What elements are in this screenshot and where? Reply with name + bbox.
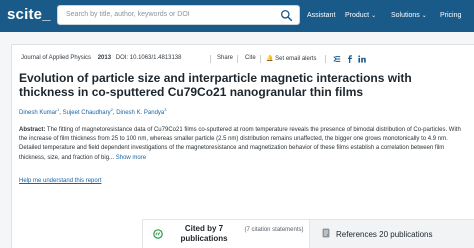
journal-name[interactable]: Journal of Applied Physics — [21, 55, 91, 61]
quote-bubble-icon — [153, 229, 163, 239]
facebook-icon[interactable] — [346, 55, 353, 63]
search-icon[interactable] — [280, 9, 293, 22]
chevron-down-icon: ⌄ — [421, 13, 427, 19]
tab-cited-by[interactable]: Cited by 7 publications (7 citation stat… — [142, 220, 310, 248]
references-label: References 20 publications — [336, 230, 433, 239]
search-placeholder: Search by title, author, keywords or DOI — [66, 11, 190, 18]
paper-card: Journal of Applied Physics 2013 DOI: 10.… — [11, 44, 474, 248]
nav-solutions[interactable]: Solutions ⌄ — [391, 12, 427, 19]
bell-icon: 🔔 — [266, 56, 274, 62]
share-button[interactable]: Share — [217, 55, 233, 61]
abstract-text: The fitting of magnetoresistance data of… — [19, 127, 461, 161]
author-affiliation: 3 — [164, 107, 167, 112]
paper-title: Evolution of particle size and interpart… — [19, 71, 412, 99]
cite-button[interactable]: Cite — [245, 55, 256, 61]
divider — [210, 55, 211, 63]
divider — [237, 55, 238, 63]
author-link[interactable]: Dinesh Kumar — [19, 110, 57, 116]
divider — [260, 55, 261, 63]
nav-product[interactable]: Product ⌄ — [345, 12, 376, 19]
author-link[interactable]: Sujeet Chaudhary — [63, 110, 111, 116]
citation-statements-count: (7 citation statements) — [244, 227, 304, 233]
show-more-button[interactable]: Show more — [116, 155, 146, 161]
tab-references[interactable]: References 20 publications — [310, 220, 474, 248]
divider — [325, 55, 326, 63]
email-alerts-button[interactable]: 🔔 Set email alerts — [266, 55, 317, 62]
nav-assistant[interactable]: Assistant — [307, 12, 335, 19]
abstract: Abstract: The fitting of magnetoresistan… — [19, 126, 467, 163]
search-input[interactable]: Search by title, author, keywords or DOI — [57, 5, 300, 25]
cited-by-label: Cited by 7 publications — [180, 224, 228, 243]
paper-meta: Journal of Applied Physics 2013 DOI: 10.… — [21, 55, 181, 61]
doi-link[interactable]: DOI: 10.1063/1.4813138 — [116, 55, 182, 61]
top-navigation-bar: scite_ Search by title, author, keywords… — [0, 0, 474, 32]
linkedin-icon[interactable] — [358, 55, 366, 63]
twitter-icon[interactable] — [333, 55, 341, 63]
author-list: Dinesh Kumar1, Sujeet Chaudhary2, Dinesh… — [19, 107, 167, 116]
author-link[interactable]: Dinesh K. Pandya — [116, 110, 164, 116]
help-understand-link[interactable]: Help me understand this report — [19, 178, 101, 184]
nav-pricing[interactable]: Pricing — [440, 12, 461, 19]
abstract-label: Abstract: — [19, 127, 46, 133]
citation-tabs: Cited by 7 publications (7 citation stat… — [142, 219, 474, 248]
scite-logo[interactable]: scite_ — [7, 6, 51, 23]
document-icon — [322, 228, 330, 238]
chevron-down-icon: ⌄ — [371, 13, 377, 19]
publication-year: 2013 — [97, 55, 112, 61]
